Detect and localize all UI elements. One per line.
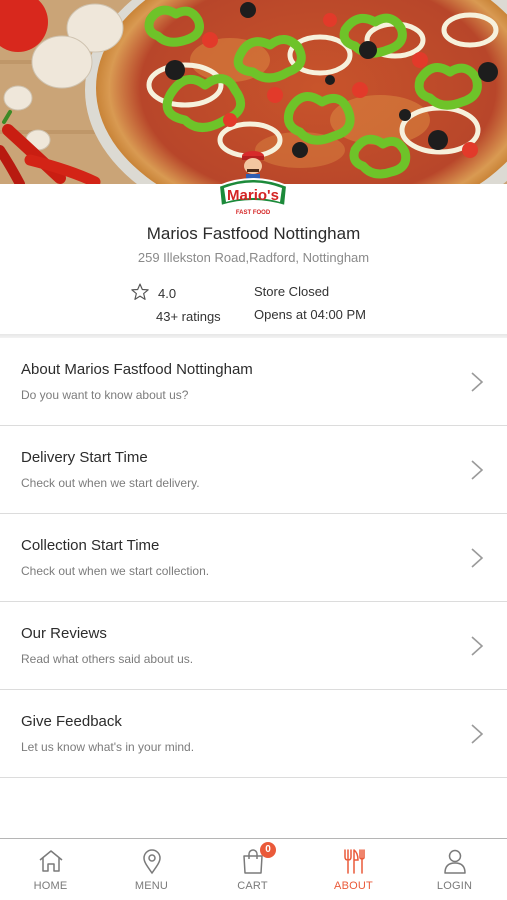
nav-label: CART (237, 880, 268, 892)
nav-label: HOME (33, 880, 68, 892)
fork-knife-icon (343, 849, 365, 874)
list-item-subtitle: Do you want to know about us? (21, 388, 189, 402)
star-icon (131, 283, 149, 300)
list-item-subtitle: Check out when we start collection. (21, 564, 210, 578)
home-icon (39, 850, 62, 872)
rating-block: 4.0 43+ ratings (130, 282, 240, 326)
rating-value: 4.0 (158, 286, 177, 301)
nav-about[interactable]: ABOUT (303, 839, 404, 900)
list-item-title: Our Reviews (21, 625, 107, 642)
list-item-collection-start-time[interactable]: Collection Start Time Check out when we … (0, 514, 507, 602)
list-item-our-reviews[interactable]: Our Reviews Read what others said about … (0, 602, 507, 690)
chevron-right-icon (471, 460, 484, 480)
nav-cart[interactable]: 0 CART (202, 839, 303, 900)
store-status: Store Closed (254, 284, 330, 299)
cart-count-badge: 0 (260, 842, 276, 858)
nav-label: LOGIN (436, 880, 473, 892)
list-item-title: Give Feedback (21, 713, 122, 730)
list-item-give-feedback[interactable]: Give Feedback Let us know what's in your… (0, 690, 507, 778)
marios-logo: Mario's FAST FOOD (216, 150, 290, 216)
chevron-right-icon (471, 636, 484, 656)
rating-count: 43+ ratings (156, 309, 221, 324)
app-screen: Mario's FAST FOOD Marios Fastfood Nottin… (0, 0, 507, 900)
nav-label: ABOUT (334, 880, 373, 892)
list-item-delivery-start-time[interactable]: Delivery Start Time Check out when we st… (0, 426, 507, 514)
user-icon (443, 849, 466, 874)
logo-tagline: FAST FOOD (236, 210, 271, 216)
nav-home[interactable]: HOME (0, 839, 101, 900)
nav-label: MENU (134, 880, 169, 892)
location-pin-icon (142, 849, 161, 875)
bottom-navigation: HOME MENU 0 CART ABOUT LOGIN (0, 838, 507, 900)
store-name: Marios Fastfood Nottingham (146, 224, 361, 243)
store-status-block: Store Closed Opens at 04:00 PM (254, 284, 414, 328)
chevron-right-icon (471, 372, 484, 392)
list-item-about[interactable]: About Marios Fastfood Nottingham Do you … (0, 338, 507, 426)
list-item-subtitle: Let us know what's in your mind. (21, 740, 195, 754)
list-item-subtitle: Read what others said about us. (21, 652, 194, 666)
opening-time: Opens at 04:00 PM (254, 307, 367, 322)
chevron-right-icon (471, 724, 484, 744)
logo-brand-text: Mario's (227, 187, 279, 204)
list-item-title: About Marios Fastfood Nottingham (21, 361, 253, 378)
nav-login[interactable]: LOGIN (404, 839, 505, 900)
chevron-right-icon (471, 548, 484, 568)
list-item-title: Delivery Start Time (21, 449, 148, 466)
about-menu-list: About Marios Fastfood Nottingham Do you … (0, 338, 507, 778)
list-item-subtitle: Check out when we start delivery. (21, 476, 200, 490)
mario-mascot-icon (242, 151, 264, 182)
store-address: 259 Illekston Road,Radford, Nottingham (137, 250, 370, 265)
list-item-title: Collection Start Time (21, 537, 160, 554)
nav-menu[interactable]: MENU (101, 839, 202, 900)
